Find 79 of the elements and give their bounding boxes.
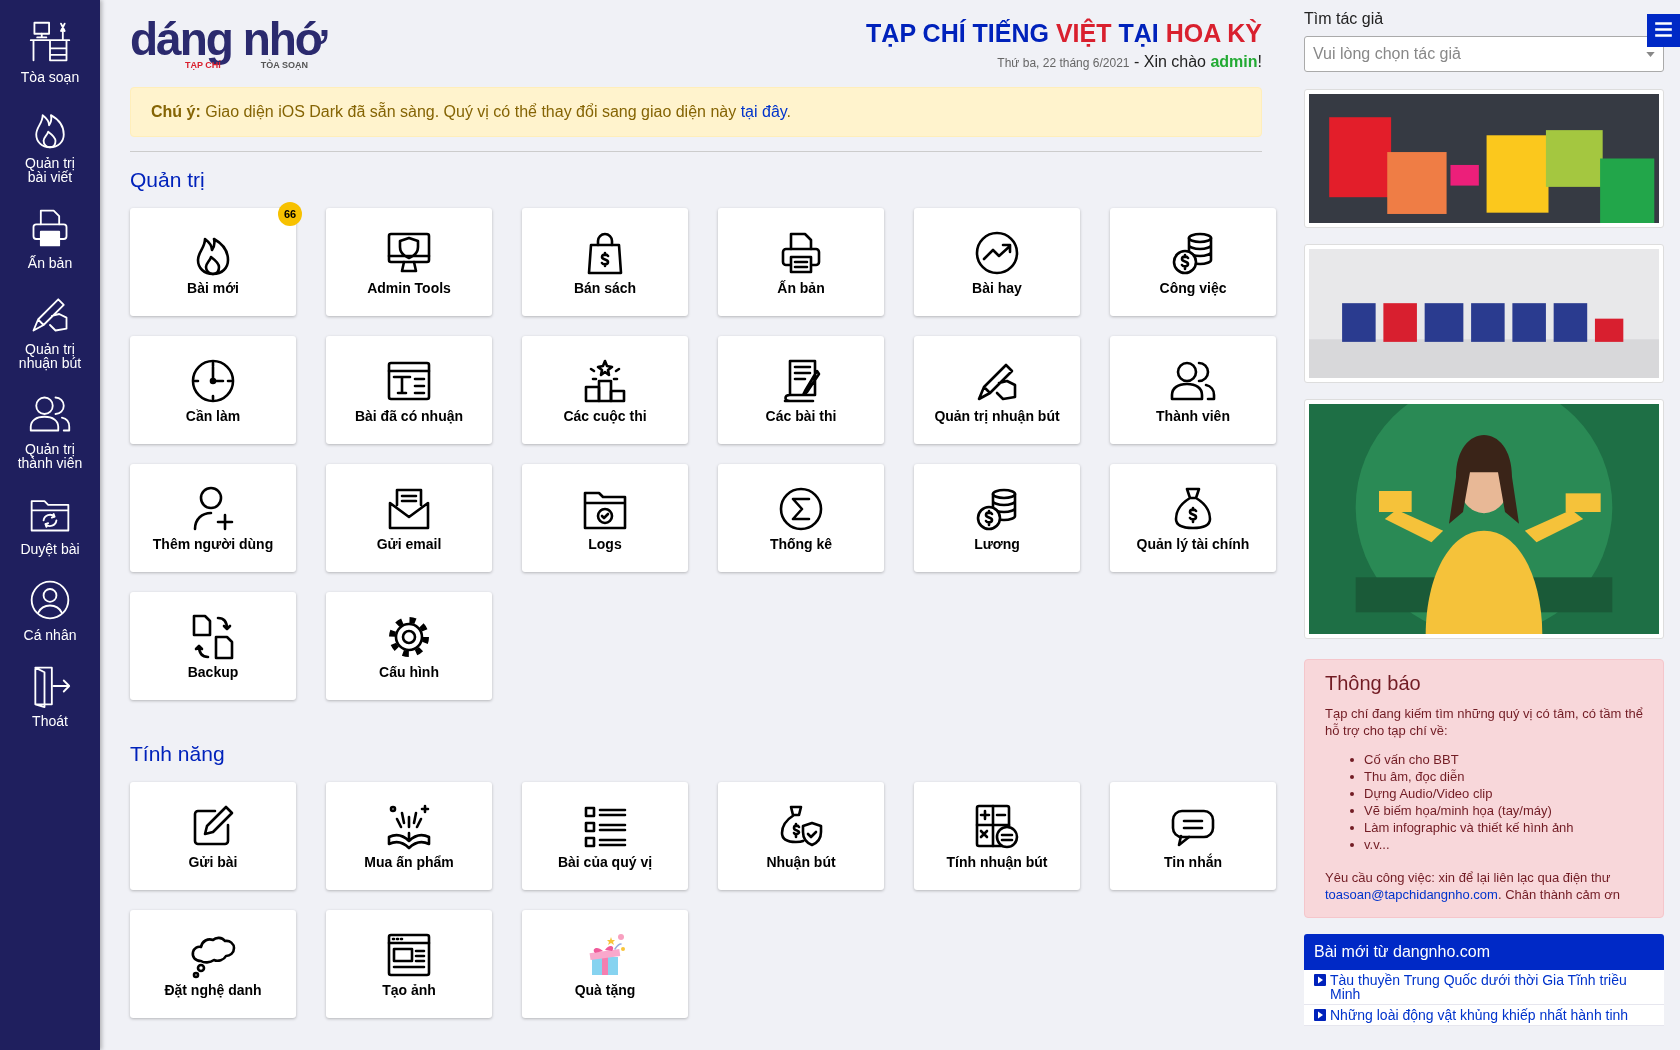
desk-icon xyxy=(28,20,72,64)
open-book-icon xyxy=(385,803,433,851)
clock-icon xyxy=(189,357,237,405)
menu-tile[interactable]: Bài hay xyxy=(914,208,1080,316)
sidebar-item[interactable]: Quản trị thành viên xyxy=(10,392,90,470)
menu-tile[interactable]: Bán sách xyxy=(522,208,688,316)
link[interactable]: tại đây xyxy=(740,103,787,120)
sidebar-item[interactable]: Tòa soạn xyxy=(10,20,90,84)
menu-button[interactable] xyxy=(1647,14,1680,47)
sidebar-item[interactable]: Cá nhân xyxy=(10,578,90,642)
user-circle-icon xyxy=(28,578,72,622)
bullet-icon xyxy=(1350,757,1354,762)
news-header: Bài mới từ dangnho.com xyxy=(1304,934,1664,970)
list-item-text: Cố vấn cho BBT xyxy=(1364,751,1459,768)
menu-tile[interactable]: Quản trị nhuận bút xyxy=(914,336,1080,444)
menu-tile[interactable]: Nhuận bút xyxy=(718,782,884,890)
sidebar-item[interactable]: Thoát xyxy=(10,664,90,728)
menu-tile[interactable]: Thêm người dùng xyxy=(130,464,296,572)
section-title: Quản trị xyxy=(130,168,206,192)
logo[interactable]: dáng nhớ TẠP CHÍ TÒA SOẠN xyxy=(130,18,330,70)
news-link[interactable]: Tàu thuyền Trung Quốc dưới thời Gia Tĩnh triều Minh xyxy=(1304,970,1664,1005)
trend-chart-icon xyxy=(973,229,1021,277)
list-item-text: Làm infographic và thiết kế hình ảnh xyxy=(1364,819,1574,836)
menu-tile[interactable]: Bài của quý vị xyxy=(522,782,688,890)
menu-tile[interactable]: Gửi bài xyxy=(130,782,296,890)
bullet-icon xyxy=(1350,791,1354,796)
caret-icon xyxy=(1646,51,1655,57)
bullet-icon xyxy=(1350,842,1354,847)
menu-tile[interactable]: Tin nhắn xyxy=(1110,782,1276,890)
sigma-icon xyxy=(777,485,825,533)
list-item-text: Vẽ biếm họa/minh họa (tay/máy) xyxy=(1364,802,1552,819)
menu-tile[interactable]: Gửi email xyxy=(326,464,492,572)
play-icon xyxy=(1314,974,1326,986)
menu-tile[interactable]: Thành viên xyxy=(1110,336,1276,444)
menu-tile[interactable]: Cần làm xyxy=(130,336,296,444)
menu-tile[interactable]: Quà tặng xyxy=(522,910,688,1018)
menu-tile[interactable]: Thống kê xyxy=(718,464,884,572)
menu-tile[interactable]: Đặt nghệ danh xyxy=(130,910,296,1018)
sidebar-item[interactable]: Duyệt bài xyxy=(10,492,90,556)
list-item-text: v.v... xyxy=(1364,836,1390,853)
notice-text: Yêu cầu công việc: xin để lại liên lạc qua điện thư toasoan@tapchidangnho.com. Chân thành cảm ơn xyxy=(1325,869,1621,903)
sidebar-item[interactable]: Quản trị bài viết xyxy=(10,106,90,184)
sidebar-item[interactable]: Ấn bản xyxy=(10,206,90,270)
menu-tile[interactable]: Lương xyxy=(914,464,1080,572)
menu-tile[interactable]: Công việc xyxy=(1110,208,1276,316)
menu-icon xyxy=(1654,21,1673,38)
date-text: Thứ ba, 22 tháng 6/2021 xyxy=(997,56,1130,70)
calculator-icon xyxy=(973,803,1021,851)
list-item-text: Thu âm, đọc diễn xyxy=(1364,768,1465,785)
play-icon xyxy=(1314,1009,1326,1021)
menu-tile[interactable]: Các cuộc thi xyxy=(522,336,688,444)
count-badge: 66 xyxy=(278,202,302,226)
notice-text: Tạp chí đang kiếm tìm những quý vị có tâm, có tầm thể hỗ trợ cho tạp chí về: xyxy=(1325,705,1643,739)
notice-title: Thông báo xyxy=(1325,672,1422,695)
field-label: Tìm tác giả xyxy=(1304,10,1385,28)
bullet-icon xyxy=(1350,825,1354,830)
section-title: Tính năng xyxy=(130,742,226,766)
menu-tile[interactable]: Bài đã có nhuận xyxy=(326,336,492,444)
bullet-icon xyxy=(1350,808,1354,813)
author-select[interactable]: Vui lòng chọn tác giả xyxy=(1304,36,1664,72)
list-item-text: Dựng Audio/Video clip xyxy=(1364,785,1493,802)
greeting-text: - Xin chào admin! xyxy=(1132,53,1262,70)
alert-text: Chú ý: Giao diện iOS Dark đã sẵn sàng. Quý vị có thể thay đổi sang giao diện này tại đây. xyxy=(151,103,793,121)
email-link[interactable]: toasoan@tapchidangnho.com xyxy=(1325,887,1498,902)
menu-tile[interactable]: Backup xyxy=(130,592,296,700)
menu-tile[interactable]: Mua ấn phẩm xyxy=(326,782,492,890)
menu-tile[interactable]: Cấu hình xyxy=(326,592,492,700)
menu-tile[interactable]: Quản lý tài chính xyxy=(1110,464,1276,572)
bullet-icon xyxy=(1350,774,1354,779)
menu-tile[interactable]: Admin Tools xyxy=(326,208,492,316)
menu-tile[interactable]: Các bài thi xyxy=(718,336,884,444)
menu-tile[interactable]: Logs xyxy=(522,464,688,572)
menu-tile[interactable]: Ấn bản xyxy=(718,208,884,316)
sidebar-item[interactable]: Quản trị nhuận bút xyxy=(10,292,90,370)
menu-tile[interactable]: Tính nhuận bút xyxy=(914,782,1080,890)
menu-tile[interactable]: Tạo ảnh xyxy=(326,910,492,1018)
site-title: TẠP CHÍ TIẾNG VIỆT TẠI HOA KỲ xyxy=(866,18,1262,48)
window-icon xyxy=(385,931,433,979)
news-link[interactable]: Những loài động vật khủng khiếp nhất hành tinh xyxy=(1304,1005,1664,1026)
